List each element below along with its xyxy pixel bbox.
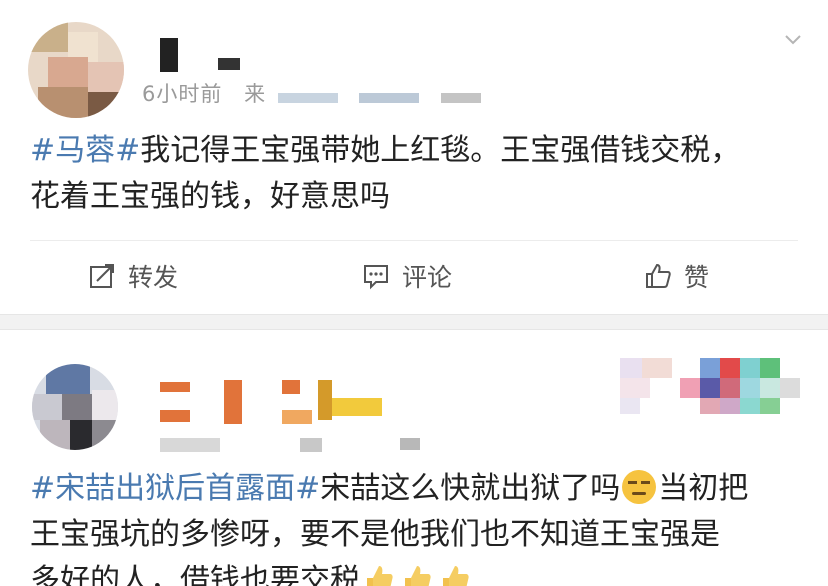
- hashtag-link[interactable]: #马蓉#: [30, 133, 140, 168]
- comment-button[interactable]: 评论: [362, 256, 452, 296]
- repost-icon: [90, 264, 114, 288]
- comment-label: 评论: [402, 263, 453, 292]
- post-text: #宋喆出狱后首露面#宋喆这么快就出狱了吗 当初把 王宝强坑的多惨呀，要不是他我们也…: [30, 466, 810, 586]
- post-text: #马蓉#我记得王宝强带她上红毯。王宝强借钱交税， 花着王宝强的钱，好意思吗: [30, 128, 810, 220]
- post-meta: 6小时前 来: [142, 78, 482, 108]
- comment-icon: [364, 265, 388, 290]
- repost-button[interactable]: 转发: [88, 256, 178, 296]
- divider: [30, 240, 798, 241]
- username-pixelated[interactable]: [160, 38, 178, 72]
- weibo-post-1: 6小时前 来 #马蓉#我记得王宝强带她上红毯。王宝强借钱交税， 花着王宝强的钱，…: [0, 0, 828, 314]
- like-icon: [646, 263, 671, 288]
- username-pixelated-2: [218, 58, 240, 70]
- hashtag-link[interactable]: #宋喆出狱后首露面#: [30, 471, 320, 506]
- post-text-line1: 宋喆这么快就出狱了吗: [320, 471, 621, 506]
- post-text-line1: 我记得王宝强带她上红毯。王宝强借钱交税，: [140, 133, 741, 168]
- post-separator: [0, 314, 828, 330]
- post-text-line3: 多好的人，借钱也要交税: [30, 563, 360, 586]
- thumbs-up-icon: [367, 566, 393, 586]
- like-label: 赞: [684, 263, 710, 292]
- post-text-line1-end: 当初把: [658, 471, 749, 506]
- post-text-line2: 花着王宝强的钱，好意思吗: [30, 179, 390, 214]
- avatar[interactable]: [32, 364, 118, 450]
- avatar[interactable]: [28, 22, 124, 118]
- post-source: 来: [244, 82, 267, 106]
- weibo-post-2: #宋喆出狱后首露面#宋喆这么快就出狱了吗 当初把 王宝强坑的多惨呀，要不是他我们也…: [0, 330, 828, 586]
- chevron-down-icon[interactable]: [784, 30, 802, 48]
- post-time: 6小时前: [142, 82, 223, 106]
- post-text-line2: 王宝强坑的多惨呀，要不是他我们也不知道王宝强是: [30, 517, 720, 552]
- repost-label: 转发: [128, 263, 179, 292]
- thumbs-up-icon: [405, 566, 431, 586]
- thumbs-up-icon: [443, 566, 469, 586]
- like-button[interactable]: 赞: [644, 256, 709, 296]
- smirk-emoji-icon: [622, 470, 657, 504]
